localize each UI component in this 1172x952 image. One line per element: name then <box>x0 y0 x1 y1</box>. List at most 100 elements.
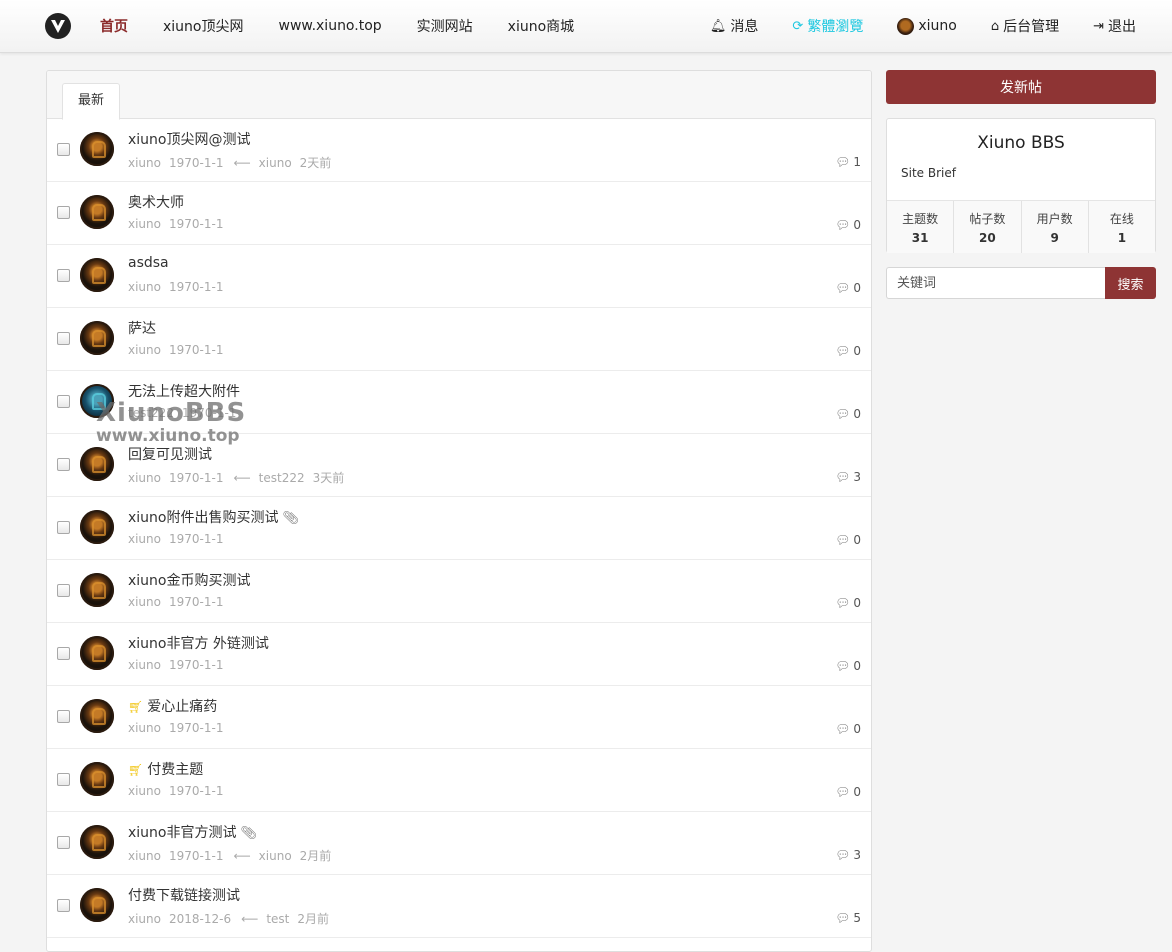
traditional-label: 繁體瀏覽 <box>807 19 864 35</box>
thread-title-link[interactable]: xiuno顶尖网@测试 <box>128 129 251 149</box>
thread-title-link[interactable]: 🛒︎ 爱心止痛药 <box>128 696 217 716</box>
thread-row[interactable]: 付费下载链接测试 xiuno 2018-12-6 ⟵ test 2月前 💬︎ 5 <box>47 875 871 938</box>
thread-author[interactable]: xiuno <box>128 912 161 926</box>
thread-checkbox[interactable] <box>57 458 70 471</box>
author-avatar[interactable] <box>80 888 114 922</box>
thread-title-link[interactable]: 回复可见测试 <box>128 444 212 464</box>
thread-checkbox[interactable] <box>57 332 70 345</box>
reply-count: 💬︎ 0 <box>835 407 861 421</box>
author-avatar[interactable] <box>80 699 114 733</box>
last-reply-user[interactable]: test222 <box>259 471 305 485</box>
thread-checkbox[interactable] <box>57 773 70 786</box>
thread-meta: xiuno 1970-1-1 <box>128 343 231 357</box>
thread-author[interactable]: xiuno <box>128 343 161 357</box>
thread-author[interactable]: xiuno <box>128 784 161 798</box>
author-avatar[interactable] <box>80 510 114 544</box>
thread-row[interactable]: xiuno金币购买测试 xiuno 1970-1-1 💬︎ 0 <box>47 560 871 623</box>
thread-author[interactable]: xiuno <box>128 471 161 485</box>
reply-count: 💬︎ 3 <box>835 470 861 484</box>
last-reply-user[interactable]: xiuno <box>259 849 292 863</box>
bell-icon: 🔔︎ <box>709 18 727 34</box>
author-avatar[interactable] <box>80 384 114 418</box>
last-reply-user[interactable]: test <box>266 912 289 926</box>
thread-row[interactable]: 🛒︎ 爱心止痛药 xiuno 1970-1-1 💬︎ 0 <box>47 686 871 749</box>
thread-author[interactable]: xiuno <box>128 156 161 170</box>
thread-title-link[interactable]: xiuno附件出售购买测试 📎︎ <box>128 507 299 527</box>
author-avatar[interactable] <box>80 762 114 796</box>
thread-title-link[interactable]: asdsa <box>128 255 169 271</box>
search-input[interactable] <box>886 267 1113 299</box>
author-avatar[interactable] <box>80 636 114 670</box>
nav-test-site[interactable]: 实测网站 <box>417 16 473 36</box>
thread-row[interactable]: 回复可见测试 xiuno 1970-1-1 ⟵ test222 3天前 💬︎ 3 <box>47 434 871 497</box>
reply-count: 💬︎ 0 <box>835 218 861 232</box>
nav-xiuno-shop[interactable]: xiuno商城 <box>508 16 575 36</box>
thread-checkbox[interactable] <box>57 521 70 534</box>
thread-row[interactable]: 奥术大师 xiuno 1970-1-1 💬︎ 0 <box>47 182 871 245</box>
thread-author[interactable]: xiuno <box>128 849 161 863</box>
thread-checkbox[interactable] <box>57 899 70 912</box>
stat-threads: 主题数 31 <box>887 201 955 253</box>
thread-author[interactable]: xiuno <box>128 658 161 672</box>
reply-count: 💬︎ 3 <box>835 848 861 862</box>
reply-count-value: 3 <box>853 848 861 862</box>
thread-title: xiuno非官方 外链测试 <box>128 636 269 652</box>
thread-author[interactable]: xiuno <box>128 280 161 294</box>
thread-title-link[interactable]: xiuno金币购买测试 <box>128 570 251 590</box>
new-thread-button[interactable]: 发新帖 <box>886 70 1156 104</box>
thread-row[interactable]: 无法上传超大附件 test222 1970-1-1 💬︎ 0 <box>47 371 871 434</box>
author-avatar[interactable] <box>80 825 114 859</box>
admin-link[interactable]: ⌂ 后台管理 <box>991 16 1059 36</box>
site-logo-icon[interactable] <box>45 13 71 39</box>
thread-row[interactable]: 🛒︎ 付费主题 xiuno 1970-1-1 💬︎ 0 <box>47 749 871 812</box>
thread-row[interactable]: xiuno附件出售购买测试 📎︎ xiuno 1970-1-1 💬︎ 0 <box>47 497 871 560</box>
author-avatar[interactable] <box>80 573 114 607</box>
nav-xiuno-top-cn[interactable]: xiuno顶尖网 <box>163 16 244 36</box>
thread-row[interactable]: 萨达 xiuno 1970-1-1 💬︎ 0 <box>47 308 871 371</box>
tab-latest[interactable]: 最新 <box>62 83 120 120</box>
user-profile-link[interactable]: xiuno <box>897 17 957 35</box>
thread-title-link[interactable]: 奥术大师 <box>128 192 184 212</box>
thread-title-link[interactable]: 🛒︎ 付费主题 <box>128 759 203 779</box>
comment-icon: 💬︎ <box>835 911 851 925</box>
thread-checkbox[interactable] <box>57 143 70 156</box>
thread-checkbox[interactable] <box>57 584 70 597</box>
thread-title-link[interactable]: 付费下载链接测试 <box>128 885 240 905</box>
thread-author[interactable]: xiuno <box>128 532 161 546</box>
thread-meta: xiuno 1970-1-1 <box>128 658 231 672</box>
thread-checkbox[interactable] <box>57 269 70 282</box>
author-avatar[interactable] <box>80 258 114 292</box>
thread-checkbox[interactable] <box>57 647 70 660</box>
thread-checkbox[interactable] <box>57 836 70 849</box>
messages-link[interactable]: 🔔︎ 消息 <box>710 16 759 36</box>
thread-author[interactable]: xiuno <box>128 595 161 609</box>
traditional-chinese-link[interactable]: ⟳ 繁體瀏覽 <box>792 16 863 36</box>
reply-count: 💬︎ 0 <box>835 659 861 673</box>
paperclip-icon: 📎︎ <box>282 511 300 526</box>
thread-title-link[interactable]: 无法上传超大附件 <box>128 381 240 401</box>
last-reply-user[interactable]: xiuno <box>259 156 292 170</box>
thread-author[interactable]: xiuno <box>128 217 161 231</box>
thread-author[interactable]: xiuno <box>128 721 161 735</box>
thread-checkbox[interactable] <box>57 710 70 723</box>
author-avatar[interactable] <box>80 132 114 166</box>
thread-row[interactable]: xiuno非官方 外链测试 xiuno 1970-1-1 💬︎ 0 <box>47 623 871 686</box>
thread-row[interactable]: asdsa xiuno 1970-1-1 💬︎ 0 <box>47 245 871 308</box>
thread-title: 奥术大师 <box>128 195 184 211</box>
search-button[interactable]: 搜索 <box>1105 267 1156 299</box>
thread-author[interactable]: test222 <box>128 406 174 420</box>
reply-count: 💬︎ 5 <box>835 911 861 925</box>
logout-link[interactable]: ⇥ 退出 <box>1093 16 1136 36</box>
thread-title-link[interactable]: xiuno非官方测试 📎︎ <box>128 822 257 842</box>
thread-title-link[interactable]: xiuno非官方 外链测试 <box>128 633 269 653</box>
thread-title-link[interactable]: 萨达 <box>128 318 156 338</box>
nav-home[interactable]: 首页 <box>100 16 128 36</box>
author-avatar[interactable] <box>80 321 114 355</box>
nav-xiuno-top-url[interactable]: www.xiuno.top <box>279 18 382 34</box>
author-avatar[interactable] <box>80 447 114 481</box>
thread-checkbox[interactable] <box>57 206 70 219</box>
thread-row[interactable]: xiuno顶尖网@测试 xiuno 1970-1-1 ⟵ xiuno 2天前 💬︎ 1 <box>47 119 871 182</box>
author-avatar[interactable] <box>80 195 114 229</box>
thread-row[interactable]: xiuno非官方测试 📎︎ xiuno 1970-1-1 ⟵ xiuno 2月前 💬︎ 3 <box>47 812 871 875</box>
thread-checkbox[interactable] <box>57 395 70 408</box>
